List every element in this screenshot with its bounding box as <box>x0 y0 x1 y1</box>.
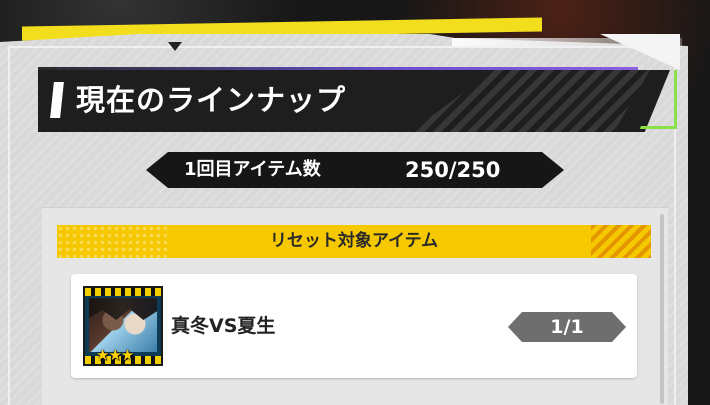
item-name: 真冬VS夏生 <box>171 315 276 337</box>
lineup-title: 現在のラインナップ <box>76 83 347 117</box>
reset-section-title: リセット対象アイテム <box>269 231 439 251</box>
item-count-label: 1回目アイテム数 <box>184 159 321 180</box>
reset-section-header: リセット対象アイテム <box>57 225 651 258</box>
panel-notch <box>168 42 182 51</box>
title-stripes <box>410 70 650 132</box>
title-accent-line <box>38 67 638 70</box>
rarity-stars-icon: ★★★ <box>96 346 134 364</box>
list-scrollbar[interactable] <box>660 214 664 404</box>
lineup-screen: 現在のラインナップ 1回目アイテム数 250/250 リセット対象アイテム ★★… <box>0 0 710 405</box>
item-count-value: 250/250 <box>405 158 501 182</box>
item-quantity: 1/1 <box>550 316 584 338</box>
panel-folded-corner <box>600 34 680 70</box>
film-strip-top <box>85 288 161 296</box>
